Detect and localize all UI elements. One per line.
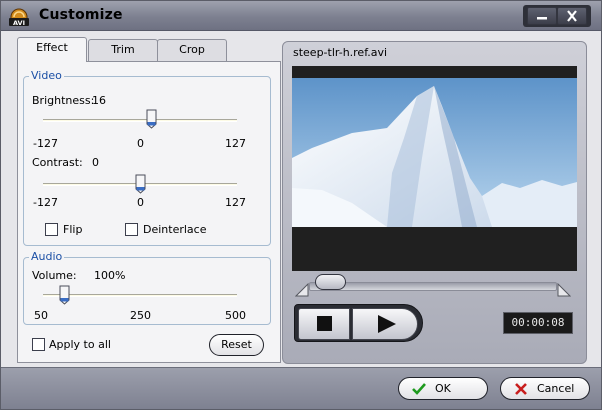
avi-app-icon: AVI: [9, 8, 29, 27]
app-icon-label: AVI: [13, 19, 25, 27]
deinterlace-label[interactable]: Deinterlace: [143, 223, 206, 236]
close-button[interactable]: [557, 7, 587, 25]
cancel-button[interactable]: Cancel: [500, 377, 590, 400]
volume-value: 100%: [94, 269, 126, 282]
brightness-min-label: -127: [33, 137, 58, 150]
brightness-value: 16: [92, 94, 106, 107]
stop-button[interactable]: [298, 308, 350, 340]
volume-mid-label: 250: [130, 309, 151, 322]
audio-group-title: Audio: [29, 250, 65, 263]
flip-checkbox[interactable]: [45, 223, 58, 236]
contrast-max-label: 127: [225, 196, 246, 209]
brightness-slider-track[interactable]: [43, 119, 237, 122]
tab-crop[interactable]: Crop: [157, 39, 227, 61]
video-group-title: Video: [29, 69, 64, 82]
ok-label: OK: [435, 382, 451, 395]
reset-button[interactable]: Reset: [209, 334, 264, 356]
seek-end-arrow-icon[interactable]: [557, 283, 571, 297]
flip-label[interactable]: Flip: [63, 223, 82, 236]
title-bar[interactable]: AVI Customize: [1, 1, 601, 31]
contrast-value: 0: [92, 156, 99, 169]
deinterlace-checkbox[interactable]: [125, 223, 138, 236]
close-icon: [567, 10, 577, 22]
apply-to-all-checkbox[interactable]: [32, 338, 45, 351]
volume-label: Volume:: [32, 269, 77, 282]
preview-filename: steep-tlr-h.ref.avi: [293, 46, 388, 59]
volume-slider-track[interactable]: [43, 294, 237, 297]
contrast-min-label: -127: [33, 196, 58, 209]
tab-trim[interactable]: Trim: [88, 39, 158, 61]
ok-button[interactable]: OK: [398, 377, 488, 400]
tab-effect[interactable]: Effect: [17, 37, 87, 62]
stop-icon: [317, 316, 332, 331]
seek-bar-thumb[interactable]: [315, 274, 346, 290]
cancel-label: Cancel: [537, 382, 575, 395]
play-button[interactable]: [352, 308, 418, 340]
apply-to-all-label[interactable]: Apply to all: [49, 338, 111, 351]
contrast-label: Contrast:: [32, 156, 83, 169]
play-icon: [378, 315, 396, 333]
contrast-mid-label: 0: [137, 196, 144, 209]
window-title: Customize: [39, 7, 123, 23]
minimize-icon: [537, 17, 547, 20]
volume-min-label: 50: [34, 309, 48, 322]
seek-start-arrow-icon[interactable]: [295, 283, 309, 297]
minimize-button[interactable]: [527, 7, 557, 25]
playback-time: 00:00:08: [503, 312, 573, 334]
seek-bar-track[interactable]: [309, 282, 557, 291]
contrast-slider-thumb[interactable]: [135, 174, 146, 194]
brightness-label: Brightness:: [32, 94, 95, 107]
video-frame-image: [292, 78, 577, 227]
brightness-max-label: 127: [225, 137, 246, 150]
checkmark-icon: [412, 383, 426, 395]
brightness-slider-thumb[interactable]: [146, 109, 157, 129]
volume-slider-thumb[interactable]: [59, 285, 70, 305]
customize-dialog: AVI Customize Effect Trim Crop Video Bri…: [0, 0, 602, 410]
brightness-mid-label: 0: [137, 137, 144, 150]
volume-max-label: 500: [225, 309, 246, 322]
cancel-x-icon: [515, 383, 527, 395]
